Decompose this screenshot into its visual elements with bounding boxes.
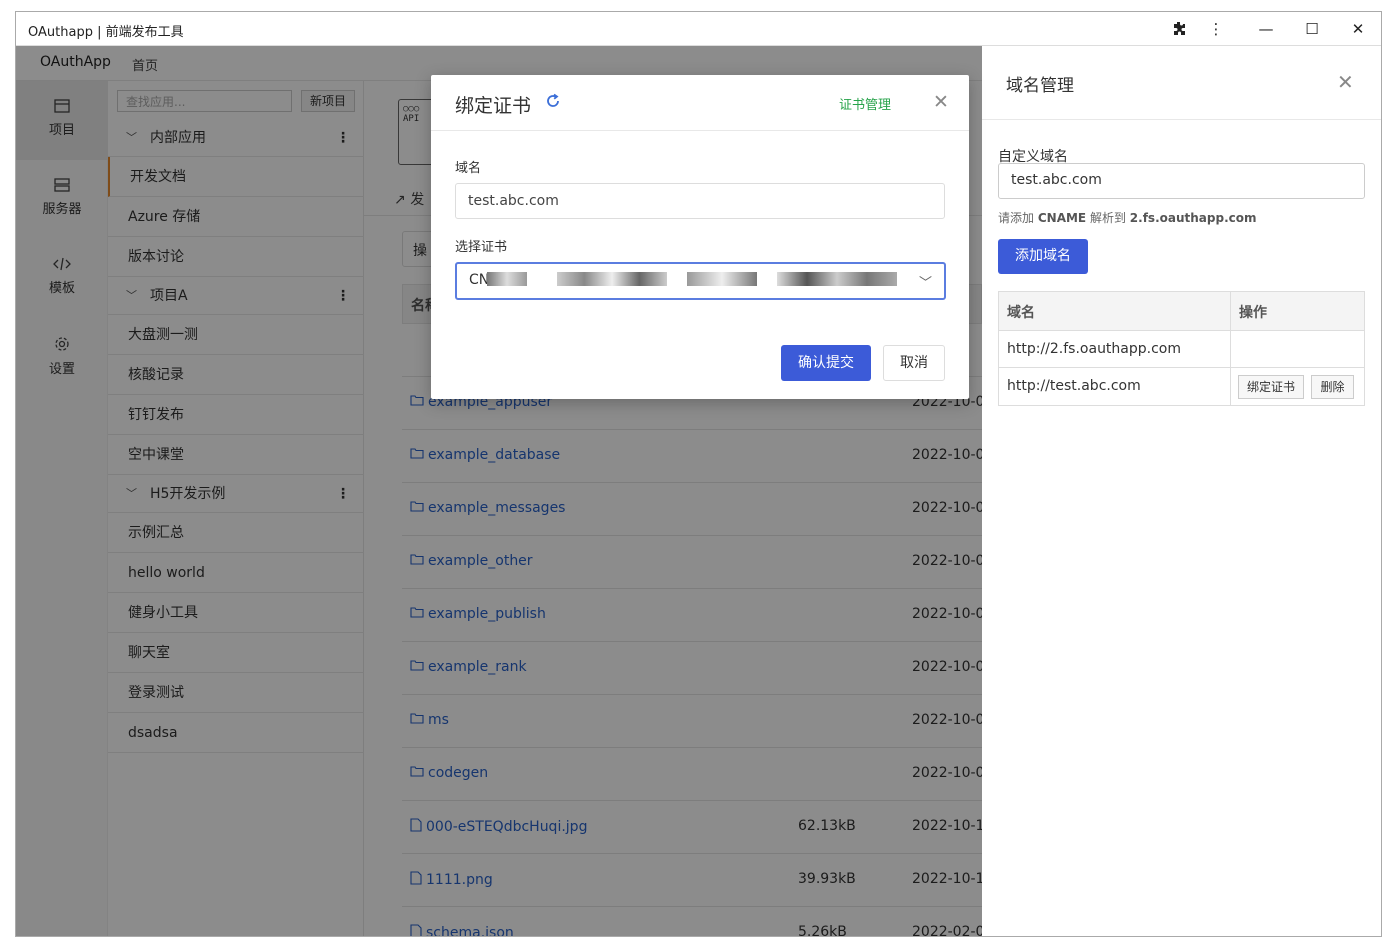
header-domain: 域名 [1007,305,1035,321]
custom-domain-input[interactable]: test.abc.com [998,163,1365,199]
header-actions: 操作 [1239,305,1267,321]
table-row: http://test.abc.com 绑定证书 删除 [999,368,1364,405]
more-vert-icon[interactable]: ⋮ [1203,16,1229,42]
minimize-button[interactable]: — [1253,16,1279,42]
delete-button[interactable]: 删除 [1311,375,1354,399]
app-window: OAuthapp | 前端发布工具 ⋮ — ☐ ✕ OAuthApp 首页 项目… [15,11,1382,937]
domain-table: 域名 操作 http://2.fs.oauthapp.com http://te… [998,291,1365,406]
table-row: http://2.fs.oauthapp.com [999,331,1364,368]
close-icon[interactable]: ✕ [933,91,949,113]
bind-cert-modal: 绑定证书 证书管理 ✕ 域名 test.abc.com 选择证书 CN ﹀ 确认… [431,75,969,399]
modal-title: 绑定证书 [455,95,532,117]
close-icon[interactable]: ✕ [1337,70,1354,94]
extension-icon[interactable] [1166,16,1192,42]
cert-select[interactable]: CN ﹀ [455,262,946,300]
domain-cell: http://test.abc.com [1007,378,1141,394]
redacted-text [557,272,667,286]
chevron-down-icon: ﹀ [918,276,932,291]
redacted-text [687,272,757,286]
drawer-title: 域名管理 [1006,76,1074,96]
cert-management-link[interactable]: 证书管理 [839,94,891,113]
maximize-button[interactable]: ☐ [1299,16,1325,42]
cert-label: 选择证书 [455,240,508,255]
window-close-button[interactable]: ✕ [1345,16,1371,42]
redacted-text [777,272,897,286]
title-bar: OAuthapp | 前端发布工具 ⋮ — ☐ ✕ [16,12,1381,46]
confirm-button[interactable]: 确认提交 [781,345,871,381]
window-title: OAuthapp | 前端发布工具 [28,25,184,40]
cname-hint: 请添加 CNAME 解析到 2.fs.oauthapp.com [998,211,1257,225]
domain-drawer: 域名管理 ✕ 自定义域名 test.abc.com 请添加 CNAME 解析到 … [982,46,1381,936]
domain-label: 域名 [455,161,482,176]
domain-input[interactable]: test.abc.com [455,183,945,219]
divider [431,130,969,131]
refresh-icon[interactable] [544,92,562,114]
table-header: 域名 操作 [999,292,1364,331]
bind-cert-button[interactable]: 绑定证书 [1238,375,1304,399]
divider [982,119,1381,120]
domain-cell: http://2.fs.oauthapp.com [1007,341,1182,357]
add-domain-button[interactable]: 添加域名 [998,239,1088,274]
cancel-button[interactable]: 取消 [883,345,945,381]
redacted-text [487,272,527,286]
